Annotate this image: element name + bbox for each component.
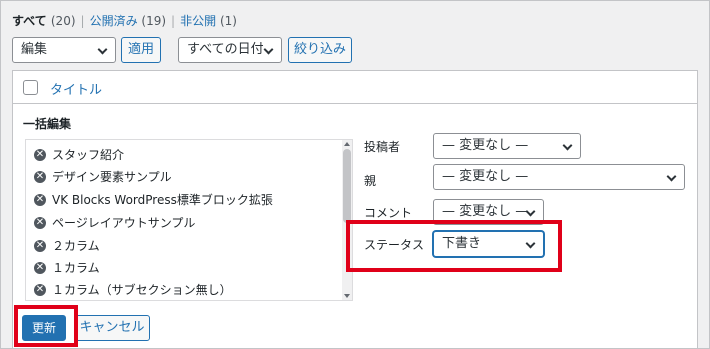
- scrollbar-thumb[interactable]: [343, 149, 351, 223]
- filter-all-count: (20): [50, 14, 76, 28]
- filter-private-count: (1): [219, 14, 237, 28]
- scroll-down-arrow-icon[interactable]: [344, 294, 350, 298]
- filter-all-link[interactable]: すべて (20): [12, 14, 76, 28]
- remove-icon[interactable]: ✕: [34, 148, 46, 161]
- list-item-label: デザイン要素サンプル: [52, 170, 172, 184]
- filter-separator: |: [171, 14, 176, 28]
- select-all-checkbox[interactable]: [23, 80, 38, 95]
- parent-select-value: — 変更なし —: [442, 169, 529, 184]
- list-scrollbar[interactable]: [342, 140, 352, 300]
- remove-icon[interactable]: ✕: [34, 216, 46, 229]
- update-button[interactable]: 更新: [22, 315, 66, 341]
- list-item-label: VK Blocks WordPress標準ブロック拡張: [52, 193, 273, 207]
- status-label: ステータス: [364, 238, 425, 252]
- author-select[interactable]: — 変更なし —: [433, 133, 581, 159]
- status-select[interactable]: 下書き: [433, 231, 544, 257]
- remove-icon[interactable]: ✕: [34, 170, 46, 183]
- bulk-action-value: 編集: [21, 42, 48, 57]
- chevron-down-icon: [263, 44, 274, 55]
- list-item-label: １カラム: [52, 261, 100, 275]
- status-filter-links: すべて (20) | 公開済み (19) | 非公開 (1): [12, 12, 237, 29]
- scroll-up-arrow-icon[interactable]: [344, 142, 350, 146]
- comments-select[interactable]: — 変更なし —: [433, 199, 544, 225]
- list-item: ✕ ページレイアウトサンプル: [34, 212, 195, 234]
- status-select-value: 下書き: [442, 236, 482, 251]
- date-filter-select[interactable]: すべての日付: [178, 37, 282, 63]
- parent-label: 親: [364, 174, 377, 188]
- list-item-label: スタッフ紹介: [52, 148, 125, 162]
- filter-private-link[interactable]: 非公開 (1): [180, 14, 237, 28]
- bulk-edit-legend: 一括編集: [23, 117, 72, 131]
- posts-list-table: タイトル 一括編集 ✕ スタッフ紹介 ✕ デザイン要素サンプル ✕ VK Blocks…: [12, 70, 698, 349]
- list-item: ✕ １カラム（サブセクション無し）: [34, 279, 232, 300]
- remove-icon[interactable]: ✕: [34, 239, 46, 252]
- author-select-value: — 変更なし —: [442, 138, 529, 153]
- cancel-button[interactable]: キャンセル: [74, 315, 150, 341]
- bulk-edit-post-list[interactable]: ✕ スタッフ紹介 ✕ デザイン要素サンプル ✕ VK Blocks WordPress…: [25, 139, 353, 301]
- remove-icon[interactable]: ✕: [34, 283, 46, 296]
- chevron-down-icon: [666, 171, 677, 182]
- chevron-down-icon: [525, 238, 536, 249]
- comments-select-value: — 変更なし —: [442, 204, 529, 219]
- list-item-label: ページレイアウトサンプル: [52, 216, 196, 230]
- comments-label: コメント: [364, 206, 413, 220]
- filter-button[interactable]: 絞り込み: [288, 37, 352, 63]
- filter-separator: |: [80, 14, 85, 28]
- list-item: ✕ ２カラム: [34, 235, 100, 257]
- filter-all-label: すべて: [12, 14, 47, 28]
- filter-published-link[interactable]: 公開済み (19): [90, 14, 166, 28]
- bulk-action-select[interactable]: 編集: [12, 37, 116, 63]
- parent-select[interactable]: — 変更なし —: [433, 164, 685, 190]
- list-item-label: ２カラム: [52, 239, 100, 253]
- chevron-down-icon: [562, 140, 573, 151]
- filter-private-label: 非公開: [180, 14, 217, 28]
- date-filter-value: すべての日付: [187, 42, 264, 57]
- remove-icon[interactable]: ✕: [34, 193, 46, 206]
- apply-button[interactable]: 適用: [121, 37, 161, 63]
- list-item: ✕ VK Blocks WordPress標準ブロック拡張: [34, 189, 273, 211]
- list-item: ✕ １カラム: [34, 257, 100, 279]
- filter-published-count: (19): [141, 14, 167, 28]
- list-item: ✕ スタッフ紹介: [34, 144, 124, 166]
- filter-published-label: 公開済み: [89, 14, 138, 28]
- list-item-label: １カラム（サブセクション無し）: [52, 283, 232, 297]
- table-header: タイトル: [13, 71, 697, 104]
- chevron-down-icon: [97, 44, 108, 55]
- list-item: ✕ デザイン要素サンプル: [34, 166, 172, 188]
- remove-icon[interactable]: ✕: [34, 261, 46, 274]
- column-title-header[interactable]: タイトル: [50, 79, 102, 98]
- author-label: 投稿者: [364, 140, 401, 154]
